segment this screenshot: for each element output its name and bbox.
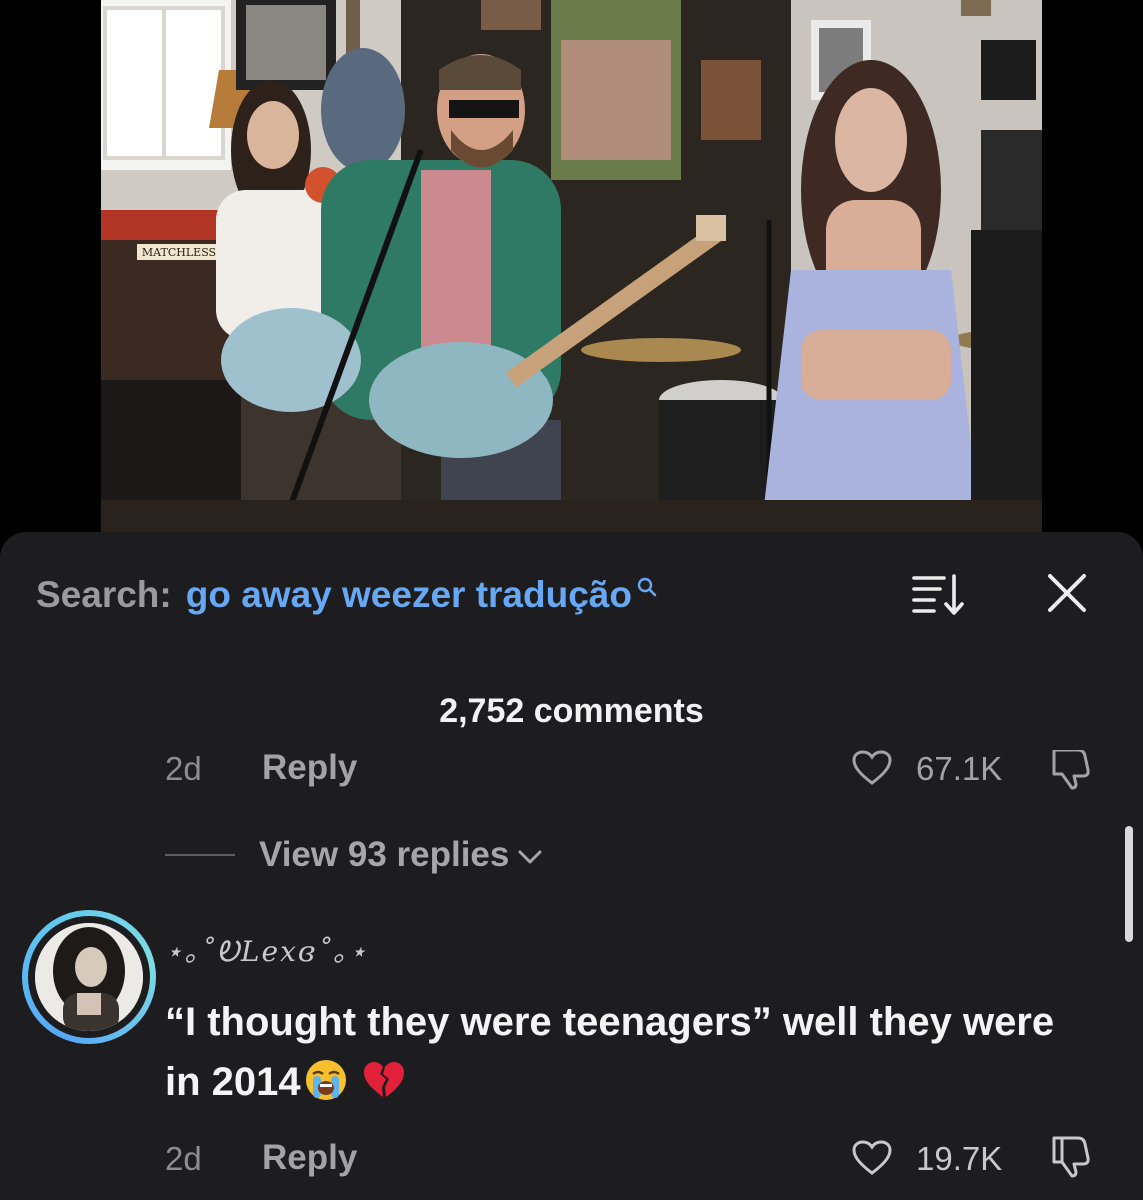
view-replies-button[interactable]: View 93 replies bbox=[165, 832, 543, 878]
previous-reply-button[interactable]: Reply bbox=[262, 750, 357, 788]
comment-username[interactable]: ⋆｡˚ᎧLexɞ˚｡⋆ bbox=[165, 930, 369, 970]
amp-brand-label: MATCHLESS bbox=[142, 246, 216, 259]
avatar[interactable] bbox=[22, 910, 156, 1044]
search-label: Search: bbox=[36, 574, 172, 615]
search-query-link[interactable]: go away weezer tradução bbox=[186, 574, 632, 616]
previous-like-count: 67.1K bbox=[916, 750, 1003, 787]
heart-icon[interactable] bbox=[852, 750, 892, 786]
scrollbar[interactable] bbox=[1125, 826, 1133, 942]
dislike-icon[interactable] bbox=[1048, 1134, 1096, 1178]
comment-actions: 2d Reply 19.7K bbox=[0, 1132, 1143, 1188]
replies-divider bbox=[165, 854, 235, 856]
view-replies-label: View 93 replies bbox=[259, 835, 510, 874]
search-icon bbox=[637, 577, 657, 597]
comment-time: 2d bbox=[165, 1140, 202, 1177]
previous-comment-actions: 2d Reply 67.1K bbox=[0, 750, 1143, 794]
reply-button[interactable]: Reply bbox=[262, 1138, 357, 1178]
previous-comment-time: 2d bbox=[165, 750, 202, 787]
close-icon[interactable] bbox=[1044, 570, 1090, 616]
video-player[interactable]: MATCHLESS bbox=[101, 0, 1042, 532]
heart-icon[interactable] bbox=[852, 1140, 892, 1176]
broken-heart-icon bbox=[363, 1062, 404, 1097]
sort-icon[interactable] bbox=[910, 572, 966, 616]
loudly-crying-face-icon bbox=[305, 1060, 346, 1100]
video-frame-illustration: MATCHLESS bbox=[101, 0, 1042, 532]
dislike-icon[interactable] bbox=[1048, 750, 1096, 790]
comment-body: “I thought they were teenagers” well the… bbox=[165, 992, 1095, 1112]
like-count: 19.7K bbox=[916, 1140, 1003, 1177]
avatar-image bbox=[35, 923, 143, 1031]
chevron-down-icon bbox=[518, 850, 542, 864]
comments-sheet: Search: go away weezer tradução 2,752 co… bbox=[0, 532, 1143, 1200]
comment-text: “I thought they were teenagers” well the… bbox=[165, 1000, 1055, 1104]
comment-count: 2,752 comments bbox=[439, 692, 704, 730]
search-header[interactable]: Search: go away weezer tradução bbox=[36, 570, 658, 620]
